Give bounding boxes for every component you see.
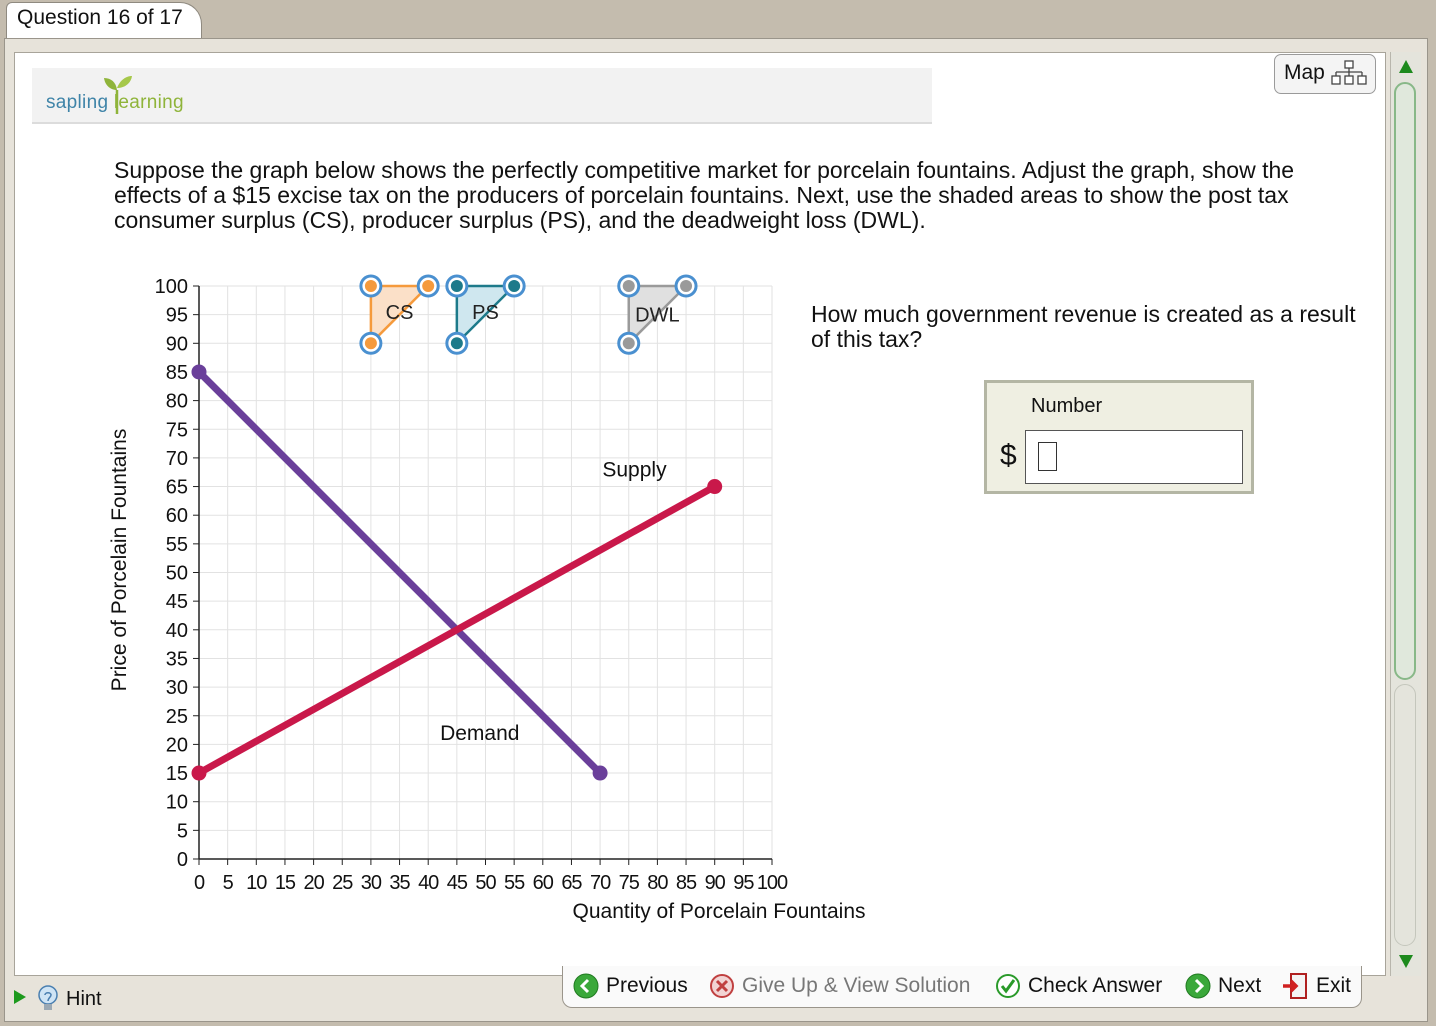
x-tick-label: 15: [275, 872, 296, 894]
x-tick-label: 5: [223, 872, 234, 894]
demand-endpoint[interactable]: [191, 364, 207, 380]
x-tick-label: 30: [361, 872, 382, 894]
y-tick-label: 20: [166, 734, 188, 756]
scroll-down-icon[interactable]: [1399, 955, 1413, 968]
x-tick-label: 60: [533, 872, 554, 894]
check-answer-label: Check Answer: [1028, 974, 1163, 997]
x-tick-label: 90: [705, 872, 726, 894]
y-tick-label: 0: [177, 849, 188, 871]
x-tick-label: 45: [447, 872, 468, 894]
x-tick-label: 0: [194, 872, 205, 894]
scroll-track[interactable]: [1394, 684, 1416, 946]
dwl-label: DWL: [635, 305, 679, 327]
exit-label: Exit: [1316, 974, 1352, 997]
x-axis-title: Quantity of Porcelain Fountains: [573, 900, 866, 923]
y-tick-label: 30: [166, 677, 188, 699]
revenue-question: How much government revenue is created a…: [811, 301, 1356, 352]
map-icon: [1331, 60, 1367, 85]
y-tick-label: 55: [166, 534, 188, 556]
check-answer-button[interactable]: Check Answer: [995, 973, 1162, 999]
cs-label: CS: [386, 302, 414, 324]
x-tick-label: 65: [561, 872, 582, 894]
next-arrow-icon: [1185, 973, 1211, 999]
x-tick-label: 20: [303, 872, 324, 894]
check-icon: [996, 974, 1020, 998]
give-up-label: Give Up & View Solution: [742, 974, 971, 997]
x-tick-label: 100: [757, 872, 788, 894]
answer-label: Number: [1031, 395, 1103, 417]
ps-handle-dot[interactable]: [450, 280, 463, 292]
x-tick-label: 10: [246, 872, 267, 894]
supply-demand-chart[interactable]: 0510152025303540455055606570758085909510…: [0, 0, 1000, 940]
x-tick-label: 55: [504, 872, 525, 894]
y-tick-label: 85: [166, 362, 188, 384]
input-cursor: [1038, 442, 1057, 471]
lightbulb-icon: [38, 985, 58, 1010]
y-tick-label: 5: [177, 820, 188, 842]
x-tick-label: 80: [647, 872, 668, 894]
y-axis-title: Price of Porcelain Fountains: [108, 429, 131, 692]
y-tick-label: 50: [166, 563, 188, 585]
vertical-scrollbar[interactable]: [1390, 52, 1421, 976]
y-tick-label: 40: [166, 620, 188, 642]
demand-endpoint[interactable]: [592, 765, 608, 781]
y-tick-label: 80: [166, 391, 188, 413]
scroll-up-icon[interactable]: [1399, 60, 1413, 73]
answer-box: Number $: [984, 380, 1254, 494]
x-tick-label: 40: [418, 872, 439, 894]
next-button[interactable]: Next: [1185, 973, 1261, 999]
give-up-x-icon: [710, 974, 734, 998]
exit-door-icon: [1283, 973, 1307, 999]
y-tick-label: 45: [166, 591, 188, 613]
ps-handle-dot[interactable]: [450, 337, 463, 350]
hint-label: Hint: [66, 988, 102, 1010]
dwl-handle-dot[interactable]: [622, 337, 635, 350]
y-tick-label: 25: [166, 706, 188, 728]
map-button[interactable]: Map: [1274, 54, 1376, 94]
x-tick-label: 85: [676, 872, 697, 894]
x-tick-label: 95: [733, 872, 754, 894]
y-tick-label: 90: [166, 333, 188, 355]
dwl-handle-dot[interactable]: [680, 280, 693, 292]
cs-handle-dot[interactable]: [422, 280, 435, 292]
supply-endpoint[interactable]: [707, 479, 723, 495]
map-button-label: Map: [1284, 61, 1325, 84]
supply-endpoint[interactable]: [191, 765, 207, 781]
revenue-input[interactable]: [1025, 430, 1243, 484]
scroll-thumb[interactable]: [1394, 82, 1416, 680]
y-tick-label: 60: [166, 505, 188, 527]
nav-bar: Previous Give Up & View Solution Check A…: [562, 966, 1362, 1008]
y-tick-label: 10: [166, 792, 188, 814]
ps-label: PS: [472, 302, 499, 324]
supply-curve-label: Supply: [602, 458, 667, 481]
y-tick-label: 70: [166, 448, 188, 470]
cs-handle-dot[interactable]: [364, 280, 377, 292]
currency-symbol: $: [1000, 439, 1017, 472]
x-tick-label: 50: [475, 872, 496, 894]
y-tick-label: 100: [155, 276, 188, 298]
y-tick-label: 15: [166, 763, 188, 785]
ps-handle-dot[interactable]: [508, 280, 521, 292]
previous-button[interactable]: Previous: [573, 973, 688, 999]
demand-curve-label: Demand: [440, 722, 519, 745]
x-tick-label: 70: [590, 872, 611, 894]
dwl-handle-dot[interactable]: [622, 280, 635, 292]
x-tick-label: 35: [389, 872, 410, 894]
exit-button[interactable]: Exit: [1281, 973, 1351, 999]
previous-arrow-icon: [573, 973, 599, 999]
give-up-button[interactable]: Give Up & View Solution: [709, 973, 970, 999]
next-label: Next: [1218, 974, 1262, 997]
x-tick-label: 25: [332, 872, 353, 894]
x-tick-label: 75: [619, 872, 640, 894]
y-tick-label: 95: [166, 305, 188, 327]
y-tick-label: 75: [166, 419, 188, 441]
y-tick-label: 65: [166, 477, 188, 499]
previous-label: Previous: [606, 974, 688, 997]
cs-handle-dot[interactable]: [364, 337, 377, 350]
y-tick-label: 35: [166, 648, 188, 670]
hint-play-icon: [14, 990, 26, 1004]
